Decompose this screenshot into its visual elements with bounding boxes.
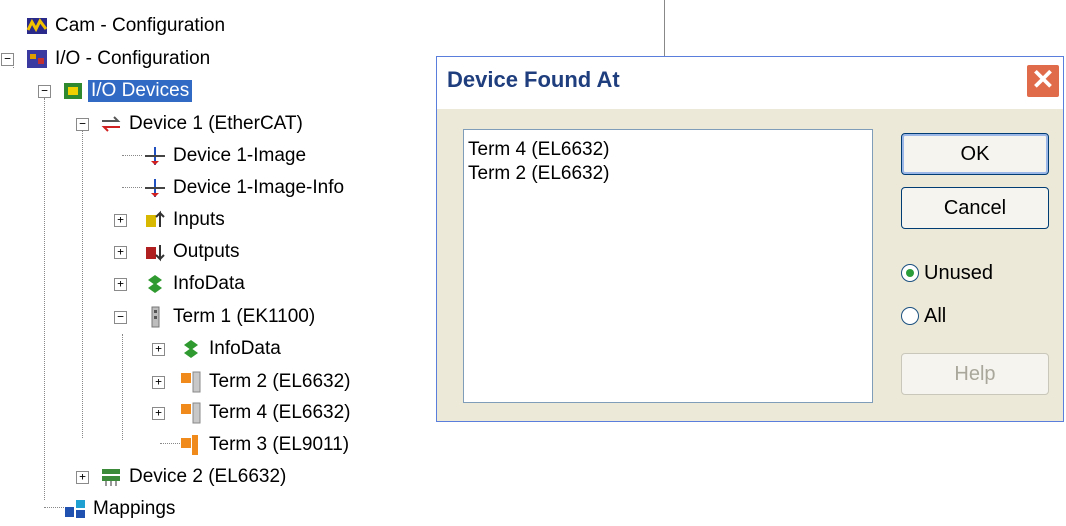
help-button[interactable]: Help bbox=[901, 353, 1049, 395]
tree-item-label: Term 2 (EL6632) bbox=[209, 371, 351, 392]
device-found-dialog: Device Found At ✕ Term 4 (EL6632) Term 2… bbox=[436, 56, 1064, 422]
bus-coupler-icon bbox=[144, 306, 166, 328]
tree-item-label: Device 1-Image bbox=[173, 145, 307, 166]
dialog-title: Device Found At bbox=[447, 67, 620, 92]
tree-item-term2[interactable]: Term 2 (EL6632) bbox=[180, 369, 354, 395]
tree-line bbox=[82, 130, 83, 438]
tree-line bbox=[122, 334, 123, 440]
image-icon bbox=[144, 145, 166, 167]
tree-item-label: Term 1 (EK1100) bbox=[173, 306, 316, 327]
tree-line bbox=[44, 507, 64, 508]
io-devices-icon bbox=[62, 80, 84, 102]
tree-item-cam-configuration[interactable]: Cam - Configuration bbox=[26, 13, 228, 39]
tree-item-label: Term 4 (EL6632) bbox=[209, 402, 351, 423]
expand-icon[interactable]: + bbox=[152, 407, 165, 420]
tree-item-device1[interactable]: Device 1 (EtherCAT) bbox=[100, 111, 306, 137]
tree-item-label: Device 1-Image-Info bbox=[173, 177, 345, 198]
radio-unselected-icon bbox=[901, 307, 919, 325]
tree-item-label: InfoData bbox=[173, 273, 245, 294]
tree-item-term1-infodata[interactable]: InfoData bbox=[180, 336, 284, 362]
ok-button[interactable]: OK bbox=[901, 133, 1049, 175]
collapse-icon[interactable]: − bbox=[1, 53, 14, 66]
cancel-button[interactable]: Cancel bbox=[901, 187, 1049, 229]
tree-line bbox=[44, 98, 45, 500]
pane-divider bbox=[664, 0, 665, 60]
device-listbox[interactable]: Term 4 (EL6632) Term 2 (EL6632) bbox=[463, 129, 873, 403]
expand-icon[interactable]: + bbox=[114, 214, 127, 227]
tree-item-mappings[interactable]: Mappings bbox=[64, 496, 178, 522]
collapse-icon[interactable]: − bbox=[114, 311, 127, 324]
radio-all[interactable]: All bbox=[901, 303, 946, 329]
tree-item-device2[interactable]: Device 2 (EL6632) bbox=[100, 464, 289, 490]
tree-item-io-configuration[interactable]: I/O - Configuration bbox=[26, 46, 213, 72]
terminal-icon bbox=[180, 402, 202, 424]
tree-item-label: Term 3 (EL9011) bbox=[209, 434, 350, 455]
list-item[interactable]: Term 4 (EL6632) bbox=[468, 138, 868, 162]
cam-icon bbox=[26, 15, 48, 37]
tree-item-label: Inputs bbox=[173, 209, 225, 230]
tree-item-term4[interactable]: Term 4 (EL6632) bbox=[180, 400, 354, 426]
tree-item-device1-image[interactable]: Device 1-Image bbox=[144, 143, 309, 169]
tree-item-label: InfoData bbox=[209, 338, 281, 359]
radio-selected-icon bbox=[901, 264, 919, 282]
io-configuration-icon bbox=[26, 48, 48, 70]
tree-line bbox=[122, 155, 142, 156]
expand-icon[interactable]: + bbox=[152, 376, 165, 389]
radio-label: Unused bbox=[924, 261, 993, 284]
collapse-icon[interactable]: − bbox=[76, 118, 89, 131]
tree-item-label: Device 2 (EL6632) bbox=[129, 466, 287, 487]
tree-line bbox=[160, 443, 180, 444]
tree-item-label: Outputs bbox=[173, 241, 240, 262]
expand-icon[interactable]: + bbox=[114, 246, 127, 259]
outputs-icon bbox=[144, 241, 166, 263]
tree-item-label: Mappings bbox=[93, 498, 176, 519]
tree-line bbox=[122, 187, 142, 188]
tree-item-label: Cam - Configuration bbox=[55, 15, 226, 36]
infodata-icon bbox=[144, 273, 166, 295]
mappings-icon bbox=[64, 498, 86, 520]
tree-item-label: I/O - Configuration bbox=[55, 48, 211, 69]
tree-item-term3[interactable]: Term 3 (EL9011) bbox=[180, 432, 352, 458]
tree-item-outputs[interactable]: Outputs bbox=[144, 239, 243, 265]
tree-item-infodata[interactable]: InfoData bbox=[144, 271, 248, 297]
radio-label: All bbox=[924, 304, 947, 327]
end-terminal-icon bbox=[180, 434, 202, 456]
list-item[interactable]: Term 2 (EL6632) bbox=[468, 162, 868, 186]
ethercat-device-icon bbox=[100, 113, 122, 135]
expand-icon[interactable]: + bbox=[152, 343, 165, 356]
inputs-icon bbox=[144, 209, 166, 231]
tree-item-label: Device 1 (EtherCAT) bbox=[129, 113, 303, 134]
network-device-icon bbox=[100, 466, 122, 488]
close-button[interactable]: ✕ bbox=[1025, 63, 1061, 99]
expand-icon[interactable]: + bbox=[114, 278, 127, 291]
terminal-icon bbox=[180, 371, 202, 393]
dialog-titlebar: Device Found At ✕ bbox=[437, 57, 1063, 109]
close-icon: ✕ bbox=[1031, 64, 1055, 95]
image-info-icon bbox=[144, 177, 166, 199]
tree-item-term1[interactable]: Term 1 (EK1100) bbox=[144, 304, 318, 330]
tree-item-label: I/O Devices bbox=[88, 80, 193, 102]
expand-icon[interactable]: + bbox=[76, 471, 89, 484]
collapse-icon[interactable]: − bbox=[38, 85, 51, 98]
tree-item-io-devices[interactable]: I/O Devices bbox=[62, 78, 193, 104]
radio-unused[interactable]: Unused bbox=[901, 260, 993, 286]
tree-item-device1-image-info[interactable]: Device 1-Image-Info bbox=[144, 175, 347, 201]
infodata-icon bbox=[180, 338, 202, 360]
solution-tree: Cam - Configuration − I/O - Configuratio… bbox=[0, 0, 420, 522]
tree-item-inputs[interactable]: Inputs bbox=[144, 207, 228, 233]
